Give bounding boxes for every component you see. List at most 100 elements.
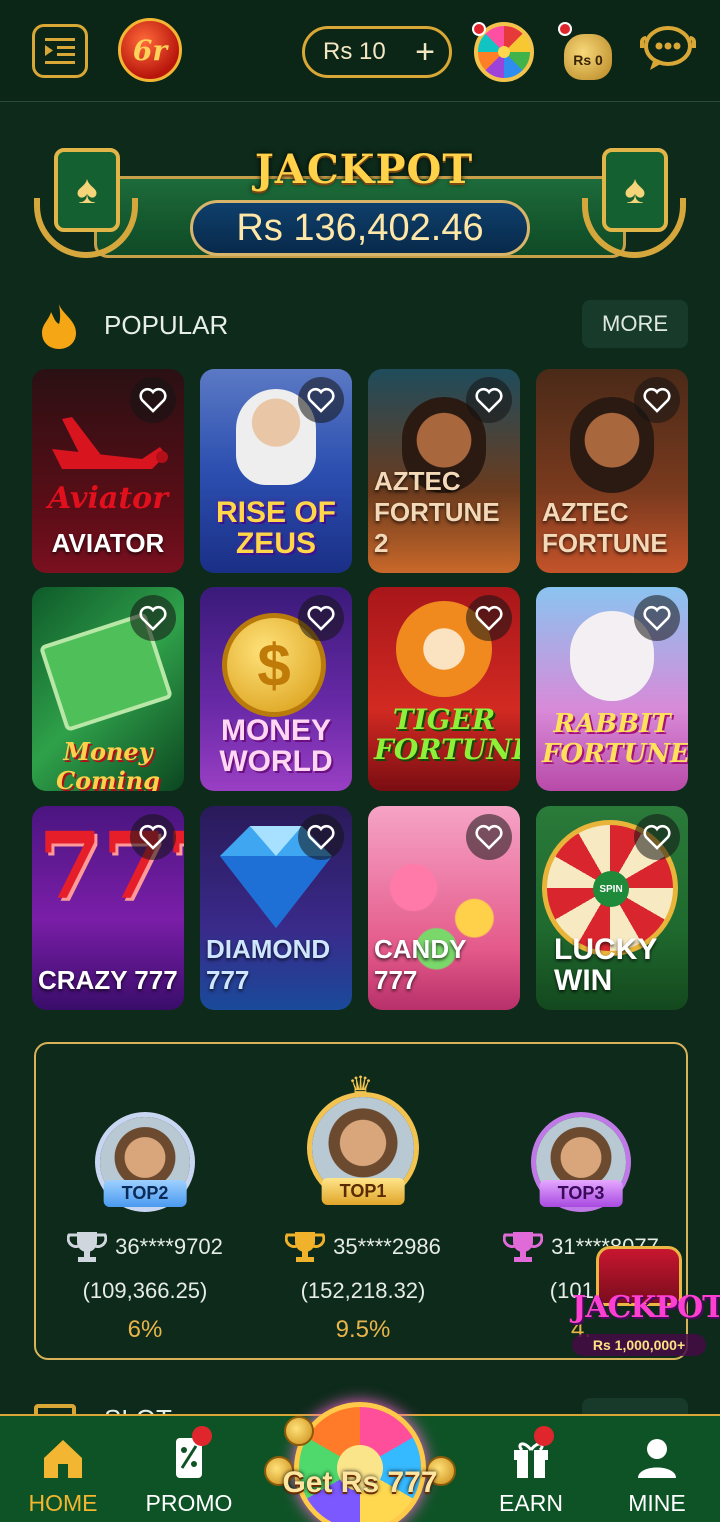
favorite-button[interactable]: [298, 377, 344, 423]
game-card-money-world[interactable]: $ MONEY WORLD: [200, 587, 352, 791]
favorite-button[interactable]: [130, 814, 176, 860]
leaderboard-user: 36****9702: [36, 1230, 254, 1264]
heart-icon: [643, 605, 671, 631]
heart-icon: [307, 824, 335, 850]
floating-jackpot-title: JACKPOT: [572, 1290, 720, 1325]
floating-jackpot-badge[interactable]: JACKPOT Rs 1,000,000+: [572, 1246, 720, 1362]
heart-icon: [307, 605, 335, 631]
game-title: CANDY 777: [374, 934, 466, 995]
notification-dot: [472, 22, 486, 36]
spade-card-icon: ♠: [54, 148, 120, 232]
spade-emblem-left: ♠: [34, 138, 138, 264]
get-bonus-wheel-button[interactable]: Get Rs 777: [264, 1402, 456, 1522]
menu-icon: [45, 38, 75, 64]
favorite-button[interactable]: [466, 377, 512, 423]
heart-icon: [475, 605, 503, 631]
heart-icon: [139, 387, 167, 413]
game-title: CRAZY 777: [38, 965, 178, 995]
nav-promo-label: PROMO: [145, 1490, 233, 1516]
user-icon: [638, 1439, 676, 1478]
rank-badge: TOP1: [321, 1178, 405, 1205]
game-title: AVIATOR: [51, 528, 165, 558]
heart-icon: [139, 824, 167, 850]
game-card-candy-777[interactable]: CANDY 777: [368, 806, 520, 1010]
favorite-button[interactable]: [130, 377, 176, 423]
favorite-button[interactable]: [298, 595, 344, 641]
popular-section-header: POPULAR MORE: [34, 300, 688, 350]
menu-button[interactable]: [32, 24, 88, 78]
flame-icon: [42, 304, 76, 349]
game-title: AZTEC FORTUNE 2: [374, 466, 500, 558]
game-title: LUCKY WIN: [554, 933, 657, 997]
popular-more-button[interactable]: MORE: [582, 300, 688, 348]
game-title: DIAMOND 777: [206, 934, 331, 995]
jackpot-amount: Rs 136,402.46: [190, 200, 530, 256]
floating-jackpot-amount: Rs 1,000,000+: [572, 1334, 706, 1356]
heart-icon: [643, 387, 671, 413]
favorite-button[interactable]: [634, 814, 680, 860]
jackpot-banner[interactable]: ♠ ♠ JACKPOT Rs 136,402.46: [34, 138, 686, 266]
leaderboard-entry-top2[interactable]: TOP2 36****9702 (109,366.25) 6%: [36, 1044, 254, 1362]
home-icon: [44, 1440, 82, 1478]
gold-trophy-icon: [285, 1232, 326, 1262]
money-bag-button[interactable]: Rs 0: [558, 22, 620, 82]
logo-text: 6r: [132, 33, 168, 67]
spade-emblem-right: ♠: [582, 138, 686, 264]
game-logo-text: Aviator: [48, 481, 168, 516]
game-title: AZTEC FORTUNE: [542, 497, 668, 558]
balance-pill[interactable]: Rs 10 +: [302, 26, 452, 78]
favorite-button[interactable]: [634, 377, 680, 423]
leaderboard-entry-top1[interactable]: ♛ TOP1 35****2986 (152,218.32) 9.5%: [254, 1044, 472, 1362]
app-logo[interactable]: 6r: [118, 18, 182, 82]
add-funds-button[interactable]: +: [415, 35, 435, 69]
bonus-wheel-icon: [294, 1402, 426, 1522]
spin-hub: SPIN: [593, 871, 629, 907]
nav-mine[interactable]: MINE: [602, 1432, 712, 1522]
user-id: 36****9702: [115, 1234, 223, 1259]
game-card-money-coming[interactable]: Money Coming: [32, 587, 184, 791]
rank-badge: TOP2: [103, 1180, 187, 1207]
game-card-crazy-777[interactable]: 777 CRAZY 777: [32, 806, 184, 1010]
game-card-aztec-fortune[interactable]: AZTEC FORTUNE: [536, 369, 688, 573]
game-logo-text: TIGER FORTUNE: [374, 703, 520, 766]
heart-icon: [475, 387, 503, 413]
bag-amount: Rs 0: [573, 52, 603, 68]
heart-icon: [475, 824, 503, 850]
favorite-button[interactable]: [634, 595, 680, 641]
game-card-diamond-777[interactable]: DIAMOND 777: [200, 806, 352, 1010]
favorite-button[interactable]: [130, 595, 176, 641]
silver-trophy-icon: [67, 1232, 108, 1262]
support-button[interactable]: [640, 22, 700, 82]
user-amount: (152,218.32): [300, 1278, 426, 1303]
nav-home[interactable]: HOME: [8, 1432, 118, 1522]
user-percent: 6%: [127, 1316, 163, 1343]
favorite-button[interactable]: [466, 814, 512, 860]
user-id: 35****2986: [333, 1234, 441, 1259]
notification-dot: [558, 22, 572, 36]
crown-icon: ♛: [348, 1071, 374, 1102]
notification-dot: [192, 1426, 212, 1446]
heart-icon: [643, 824, 671, 850]
favorite-button[interactable]: [466, 595, 512, 641]
game-card-lucky-win[interactable]: SPIN LUCKY WIN: [536, 806, 688, 1010]
nav-promo[interactable]: PROMO: [134, 1426, 244, 1522]
user-percent: 9.5%: [335, 1316, 391, 1343]
nav-earn-label: EARN: [499, 1490, 563, 1516]
favorite-button[interactable]: [298, 814, 344, 860]
game-card-aztec-fortune-2[interactable]: AZTEC FORTUNE 2: [368, 369, 520, 573]
heart-icon: [307, 387, 335, 413]
popular-title: POPULAR: [104, 310, 229, 340]
game-card-rabbit-fortune[interactable]: RABBIT FORTUNE: [536, 587, 688, 791]
game-card-tiger-fortune[interactable]: TIGER FORTUNE: [368, 587, 520, 791]
get-bonus-label: Get Rs 777: [282, 1466, 438, 1499]
lucky-wheel-icon[interactable]: [472, 22, 534, 82]
coin-icon: [284, 1416, 314, 1446]
top-header: 6r Rs 10 + Rs 0: [0, 0, 720, 102]
game-card-rise-of-zeus[interactable]: RISE OF ZEUS: [200, 369, 352, 573]
game-card-aviator[interactable]: Aviator AVIATOR: [32, 369, 184, 573]
game-title: RISE OF ZEUS: [215, 496, 336, 560]
notification-dot: [534, 1426, 554, 1446]
nav-earn[interactable]: EARN: [476, 1426, 586, 1522]
balance-amount: Rs 10: [323, 38, 386, 65]
user-amount: (109,366.25): [82, 1278, 208, 1303]
